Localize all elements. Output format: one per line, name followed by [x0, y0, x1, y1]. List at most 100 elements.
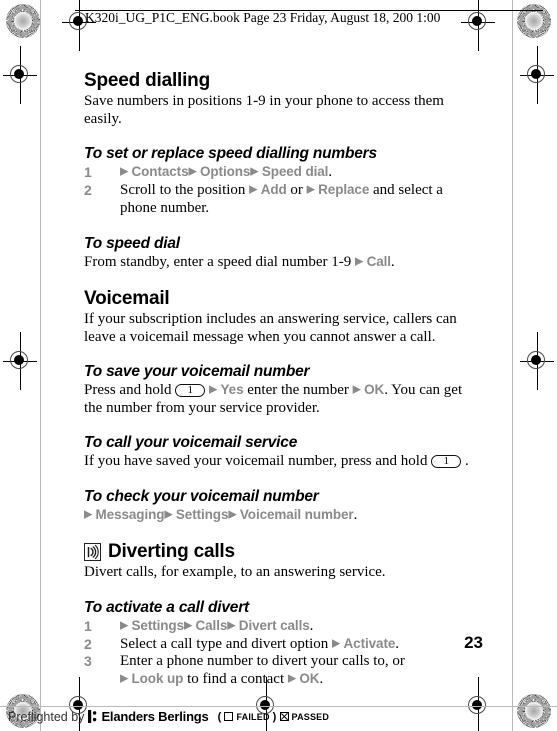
registration-mark-right-upper	[520, 46, 554, 104]
menu-arrow-icon: ▶	[183, 619, 196, 632]
step-number: 2	[84, 182, 92, 199]
section-heading-speed-dialling: Speed dialling	[84, 70, 210, 91]
menu-arrow-icon: ▶	[227, 619, 239, 632]
menu-term: OK	[364, 382, 385, 398]
section-heading-diverting-calls-label: Diverting calls	[108, 541, 235, 563]
procedure-line-save-voicemail: Press and hold 1 ▶ Yes enter the number …	[84, 382, 472, 417]
step-number: 3	[84, 653, 92, 670]
registration-mark-left-lower	[3, 332, 37, 390]
menu-arrow-icon: ▶	[355, 255, 367, 268]
procedure-steps-activate-divert: 1 ▶ Settings▶ Calls▶ Divert calls. 2 Select…	[84, 618, 472, 689]
menu-term: Options	[200, 164, 251, 180]
preflight-label: Preflighted by	[8, 709, 85, 724]
section-body-speed-dialling: Save numbers in positions 1-9 in your ph…	[84, 93, 444, 127]
preflight-footer: Preflighted by Elanders Berlings ( FAILE…	[8, 709, 329, 724]
menu-term: OK	[299, 671, 320, 687]
failed-checkbox	[224, 712, 234, 721]
menu-term: Settings	[175, 506, 229, 522]
menu-arrow-icon: ▶	[120, 165, 132, 178]
step-number: 2	[84, 635, 92, 652]
page-content: Speed dialling Save numbers in positions…	[84, 70, 472, 689]
menu-arrow-icon: ▶	[120, 672, 132, 685]
text-run: .	[390, 253, 395, 270]
text-run: .	[464, 453, 469, 470]
trim-line-bottom	[0, 706, 557, 707]
procedure-heading-speed-dial: To speed dial	[84, 234, 180, 252]
menu-arrow-icon: ▶	[209, 383, 221, 396]
step-text: ▶ Settings▶ Calls▶ Divert calls.	[120, 618, 313, 634]
text-run: enter the number	[243, 382, 353, 399]
procedure-step: 2 Select a call type and divert option ▶ …	[84, 636, 472, 654]
procedure-line-speed-dial: From standby, enter a speed dial number …	[84, 254, 472, 272]
step-text: Select a call type and divert option ▶ A…	[120, 636, 399, 652]
menu-arrow-icon: ▶	[84, 508, 96, 520]
text-run: Enter a phone number to divert your call…	[120, 653, 405, 670]
trim-line-right	[512, 0, 513, 731]
menu-term: Settings	[131, 617, 185, 633]
menu-term: Contacts	[131, 164, 189, 180]
text-run: or	[286, 182, 307, 199]
section-heading-voicemail: Voicemail	[84, 288, 170, 310]
registration-mark-left-upper	[3, 46, 37, 104]
step-text: Scroll to the position ▶ Add or ▶ Replac…	[120, 182, 443, 216]
passed-label: PASSED	[291, 711, 330, 722]
menu-term: Yes	[220, 382, 244, 398]
moire-test-patch-top-left	[6, 4, 40, 38]
menu-arrow-icon: ▶	[332, 637, 344, 650]
menu-term: Speed dial	[261, 164, 329, 180]
menu-term: Look up	[131, 671, 184, 687]
failed-label: FAILED	[236, 711, 270, 722]
preflight-open-paren: (	[217, 710, 222, 723]
procedure-step: 2 Scroll to the position ▶ Add or ▶ Repla…	[84, 182, 472, 218]
file-info-header: K320i_UG_P1C_ENG.book Page 23 Friday, Au…	[85, 10, 441, 25]
procedure-step: 1 ▶ Settings▶ Calls▶ Divert calls.	[84, 618, 472, 636]
text-run: to find a contact	[183, 671, 288, 688]
step-text: ▶ Contacts▶ Options▶ Speed dial.	[120, 164, 332, 180]
procedure-heading-check-voicemail: To check your voicemail number	[84, 487, 319, 505]
procedure-heading-activate-divert: To activate a call divert	[84, 598, 250, 616]
menu-arrow-icon: ▶	[249, 183, 261, 196]
menu-arrow-icon: ▶	[352, 383, 365, 396]
moire-test-patch-bottom-right	[517, 694, 551, 728]
keypad-key-1: 1	[175, 384, 206, 398]
text-run: From standby, enter a speed dial number …	[84, 253, 356, 270]
procedure-step: 1 ▶ Contacts▶ Options▶ Speed dial.	[84, 164, 472, 182]
menu-arrow-icon: ▶	[250, 165, 262, 178]
procedure-heading-call-voicemail: To call your voicemail service	[84, 434, 298, 452]
call-divert-icon	[84, 542, 101, 561]
text-run: .	[395, 635, 400, 652]
procedure-step: 3 Enter a phone number to divert your cal…	[84, 653, 472, 689]
procedure-line-call-voicemail: If you have saved your voicemail number,…	[84, 453, 472, 471]
text-run: .	[353, 506, 358, 523]
menu-term: Divert calls	[238, 617, 310, 633]
text-run: Press and hold	[84, 382, 176, 399]
preflight-close-paren: )	[272, 710, 277, 723]
procedure-heading-set-speed-dial: To set or replace speed dialling numbers	[84, 145, 377, 163]
section-body-voicemail: If your subscription includes an answeri…	[84, 311, 457, 345]
menu-term: Calls	[195, 617, 228, 633]
menu-arrow-icon: ▶	[120, 619, 132, 632]
menu-term: Activate	[343, 635, 396, 651]
menu-arrow-icon: ▶	[287, 672, 300, 685]
procedure-steps-set-speed-dial: 1 ▶ Contacts▶ Options▶ Speed dial. 2 Scroll…	[84, 164, 472, 218]
text-run: Select a call type and divert option	[120, 635, 333, 652]
menu-arrow-icon: ▶	[306, 183, 319, 196]
procedure-heading-save-voicemail: To save your voicemail number	[84, 363, 310, 381]
registration-mark-right-lower	[520, 332, 554, 390]
menu-term: Replace	[318, 182, 370, 198]
preflight-status: ( FAILED ) PASSED	[218, 711, 330, 723]
text-run: If you have saved your voicemail number,…	[84, 453, 432, 470]
menu-arrow-icon: ▶	[164, 508, 176, 520]
elanders-logo-icon	[88, 710, 97, 723]
section-body-diverting-calls: Divert calls, for example, to an answeri…	[84, 564, 386, 581]
page-number: 23	[464, 633, 483, 652]
trim-line-left	[40, 0, 41, 731]
menu-term: Messaging	[95, 506, 165, 522]
menu-term: Voicemail number	[239, 506, 354, 522]
text-run: .	[319, 671, 324, 688]
step-number: 1	[84, 164, 92, 181]
text-run: Scroll to the position	[120, 182, 250, 199]
preflight-brand: Elanders Berlings	[101, 709, 209, 724]
menu-arrow-icon: ▶	[188, 165, 200, 178]
text-run: .	[328, 164, 333, 181]
